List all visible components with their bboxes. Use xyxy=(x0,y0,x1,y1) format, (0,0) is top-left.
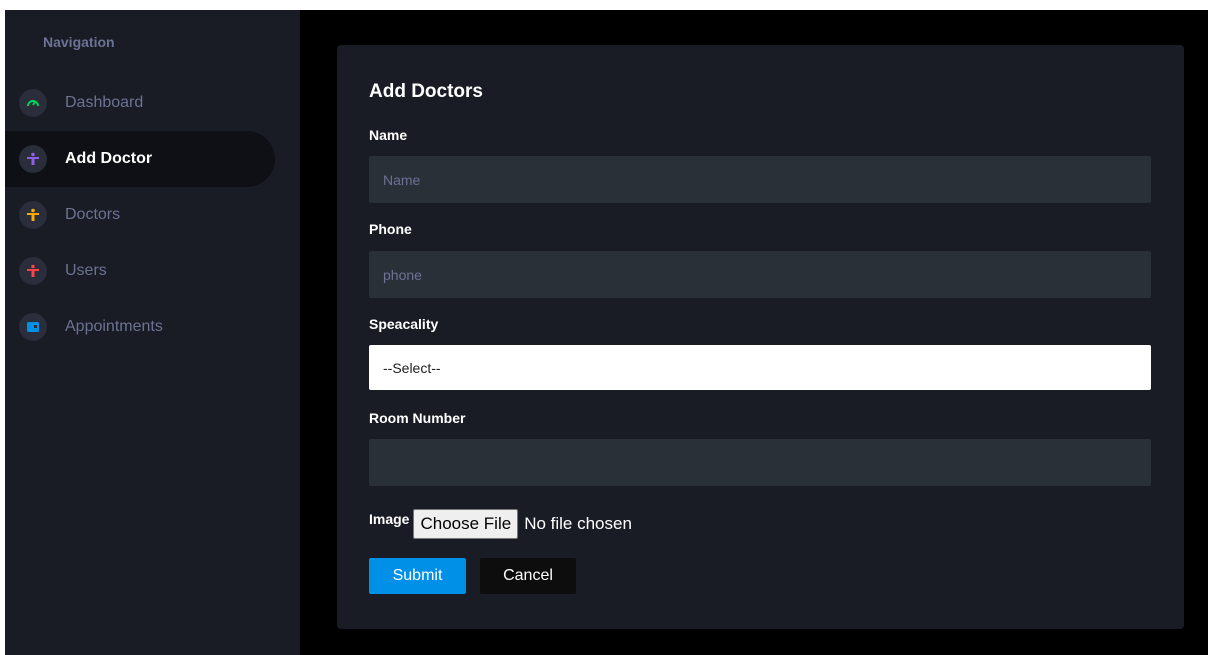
sidebar-item-label: Doctors xyxy=(65,206,121,223)
cancel-button[interactable]: Cancel xyxy=(480,558,576,594)
sidebar-item-appointments[interactable]: Appointments xyxy=(5,299,275,355)
choose-file-button[interactable]: Choose File xyxy=(413,509,519,539)
image-label: Image xyxy=(369,511,410,527)
sidebar-item-label: Users xyxy=(65,262,107,279)
speciality-select[interactable]: --Select-- xyxy=(369,345,1151,390)
sidebar-item-doctors[interactable]: Doctors xyxy=(5,187,275,243)
speciality-select-value: --Select-- xyxy=(383,359,441,376)
page-title: Add Doctors xyxy=(369,81,483,102)
phone-input[interactable] xyxy=(369,251,1151,298)
submit-button[interactable]: Submit xyxy=(369,558,466,594)
sidebar-item-label: Add Doctor xyxy=(65,150,153,167)
add-doctor-card: Add Doctors Name Phone Speacality --Sele… xyxy=(337,45,1184,629)
name-input[interactable] xyxy=(369,156,1151,203)
sidebar-nav: Dashboard Add Doctor Doctors Users Appoi… xyxy=(5,75,300,355)
room-number-input[interactable] xyxy=(369,439,1151,486)
speciality-label: Speacality xyxy=(369,316,439,332)
phone-label: Phone xyxy=(369,221,412,237)
sidebar-item-dashboard[interactable]: Dashboard xyxy=(5,75,275,131)
sidebar-item-add-doctor[interactable]: Add Doctor xyxy=(5,131,275,187)
person-icon xyxy=(19,201,47,229)
speedometer-icon xyxy=(19,89,47,117)
calendar-icon xyxy=(19,313,47,341)
sidebar-item-label: Dashboard xyxy=(65,94,144,111)
file-status-text: No file chosen xyxy=(524,514,632,533)
sidebar: Navigation Dashboard Add Doctor Doctors … xyxy=(5,10,300,655)
sidebar-item-users[interactable]: Users xyxy=(5,243,275,299)
name-label: Name xyxy=(369,127,408,143)
image-upload: Image Choose File No file chosen xyxy=(369,509,632,539)
person-icon xyxy=(19,257,47,285)
app-frame: Navigation Dashboard Add Doctor Doctors … xyxy=(5,10,1208,655)
sidebar-heading: Navigation xyxy=(43,34,115,50)
room-number-label: Room Number xyxy=(369,410,466,426)
person-icon xyxy=(19,145,47,173)
sidebar-item-label: Appointments xyxy=(65,318,163,335)
